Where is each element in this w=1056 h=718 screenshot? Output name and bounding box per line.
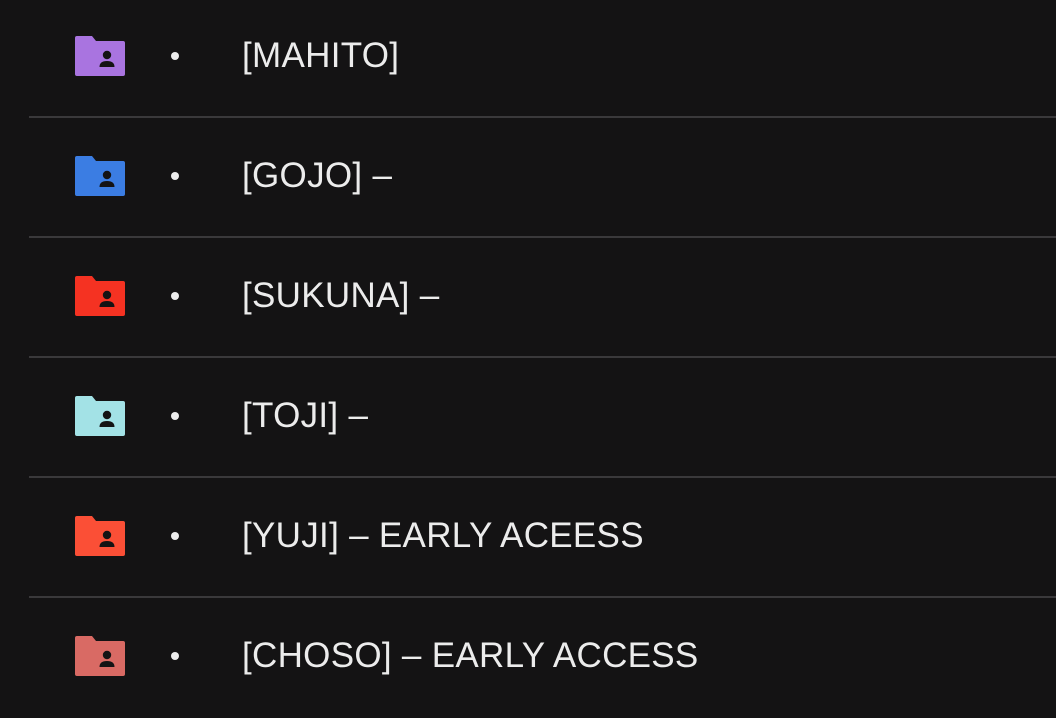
list-item-label: [GOJO] – xyxy=(242,156,393,195)
list-item-label: [TOJI] – xyxy=(242,396,369,435)
bullet-dot xyxy=(171,652,179,660)
list-item-mahito[interactable]: [MAHITO] xyxy=(29,0,1056,118)
folder-shared-icon xyxy=(75,276,125,316)
folder-shared-icon xyxy=(75,36,125,76)
list-item-label: [CHOSO] – EARLY ACCESS xyxy=(242,636,699,675)
list-item-yuji[interactable]: [YUJI] – EARLY ACEESS xyxy=(29,478,1056,598)
page-list: [MAHITO] [GOJO] – [SUKUNA] – [TOJI] – [Y… xyxy=(0,0,1056,716)
list-item-label: [YUJI] – EARLY ACEESS xyxy=(242,516,644,555)
folder-shared-icon xyxy=(75,396,125,436)
list-item-choso[interactable]: [CHOSO] – EARLY ACCESS xyxy=(29,598,1056,718)
bullet-dot xyxy=(171,292,179,300)
bullet-dot xyxy=(171,172,179,180)
list-item-label: [MAHITO] xyxy=(242,36,400,75)
bullet-dot xyxy=(171,412,179,420)
bullet-dot xyxy=(171,532,179,540)
folder-shared-icon xyxy=(75,636,125,676)
list-item-gojo[interactable]: [GOJO] – xyxy=(29,118,1056,238)
bullet-dot xyxy=(171,52,179,60)
list-item-sukuna[interactable]: [SUKUNA] – xyxy=(29,238,1056,358)
list-item-toji[interactable]: [TOJI] – xyxy=(29,358,1056,478)
list-item-label: [SUKUNA] – xyxy=(242,276,440,315)
folder-shared-icon xyxy=(75,156,125,196)
folder-shared-icon xyxy=(75,516,125,556)
